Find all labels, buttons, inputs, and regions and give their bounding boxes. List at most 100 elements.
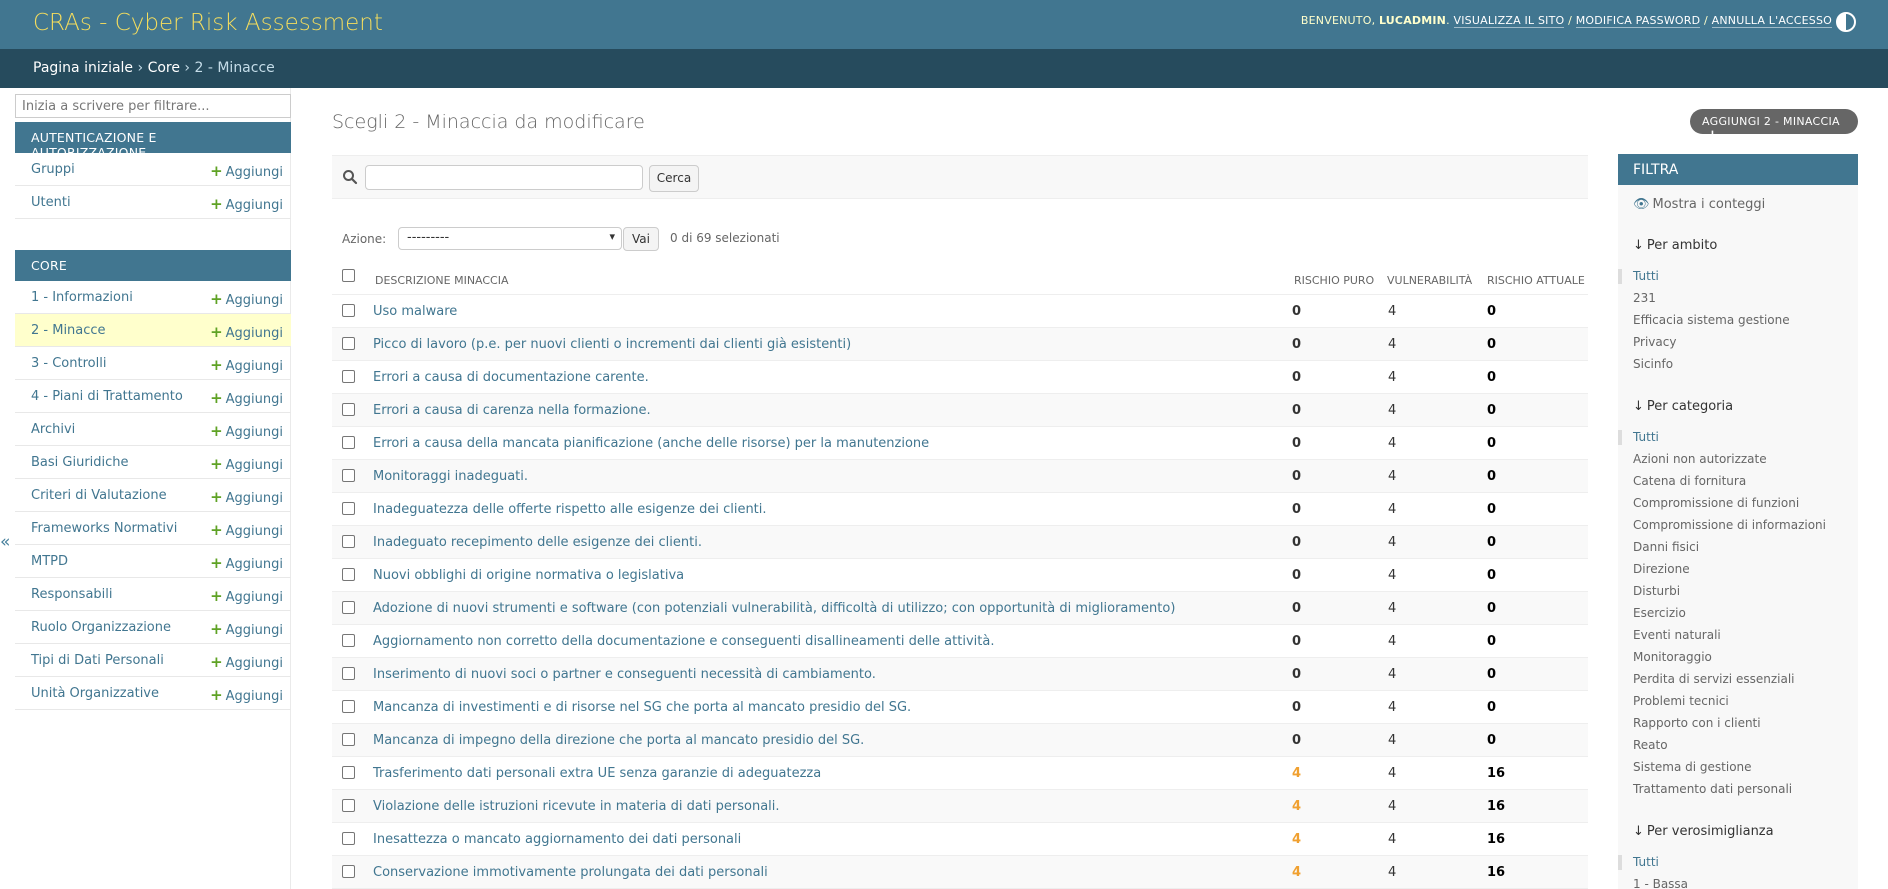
sidebar-add-link[interactable]: + Aggiungi bbox=[210, 389, 283, 407]
row-checkbox[interactable] bbox=[342, 832, 355, 845]
row-checkbox[interactable] bbox=[342, 403, 355, 416]
theme-toggle-icon[interactable] bbox=[1836, 12, 1856, 32]
row-description-link[interactable]: Adozione di nuovi strumenti e software (… bbox=[373, 601, 1175, 616]
sidebar-item[interactable]: Archivi + Aggiungi bbox=[15, 413, 291, 446]
row-checkbox[interactable] bbox=[342, 865, 355, 878]
select-all-checkbox[interactable] bbox=[342, 269, 355, 282]
sidebar-item[interactable]: Criteri di Valutazione + Aggiungi bbox=[15, 479, 291, 512]
sidebar-item[interactable]: Basi Giuridiche + Aggiungi bbox=[15, 446, 291, 479]
filter-option[interactable]: Sicinfo bbox=[1633, 357, 1673, 371]
row-checkbox[interactable] bbox=[342, 304, 355, 317]
row-checkbox[interactable] bbox=[342, 799, 355, 812]
sidebar-add-link[interactable]: + Aggiungi bbox=[210, 356, 283, 374]
filter-option[interactable]: Compromissione di informazioni bbox=[1633, 518, 1826, 532]
sidebar-item[interactable]: 1 - Informazioni + Aggiungi bbox=[15, 281, 291, 314]
filter-option[interactable]: Sistema di gestione bbox=[1633, 760, 1752, 774]
logout-link[interactable]: ANNULLA L'ACCESSO bbox=[1711, 14, 1832, 28]
row-checkbox[interactable] bbox=[342, 370, 355, 383]
filter-option[interactable]: Direzione bbox=[1633, 562, 1690, 576]
row-checkbox[interactable] bbox=[342, 535, 355, 548]
site-title[interactable]: CRAs - Cyber Risk Assessment bbox=[33, 10, 383, 36]
sidebar-add-link[interactable]: + Aggiungi bbox=[210, 554, 283, 572]
sidebar-add-link[interactable]: + Aggiungi bbox=[210, 195, 283, 213]
filter-option[interactable]: Trattamento dati personali bbox=[1633, 782, 1792, 796]
row-description-link[interactable]: Errori a causa di carenza nella formazio… bbox=[373, 403, 651, 418]
module-auth-header[interactable]: AUTENTICAZIONE E AUTORIZZAZIONE bbox=[15, 122, 291, 160]
filter-option[interactable]: Reato bbox=[1633, 738, 1668, 752]
sidebar-add-link[interactable]: + Aggiungi bbox=[210, 455, 283, 473]
filter-option[interactable]: Compromissione di funzioni bbox=[1633, 496, 1799, 510]
filter-option[interactable]: Tutti bbox=[1618, 430, 1659, 445]
sidebar-item[interactable]: Ruolo Organizzazione + Aggiungi bbox=[15, 611, 291, 644]
column-header-vulnerabilita[interactable]: VULNERABILITÀ bbox=[1387, 274, 1472, 287]
breadcrumb-home[interactable]: Pagina iniziale bbox=[33, 60, 133, 76]
sidebar-item-label[interactable]: 4 - Piani di Trattamento bbox=[31, 389, 183, 404]
filter-option[interactable]: Tutti bbox=[1618, 855, 1659, 870]
row-description-link[interactable]: Errori a causa di documentazione carente… bbox=[373, 370, 649, 385]
sidebar-item-label[interactable]: Unità Organizzative bbox=[31, 686, 159, 701]
sidebar-add-link[interactable]: + Aggiungi bbox=[210, 653, 283, 671]
sidebar-item-label[interactable]: Frameworks Normativi bbox=[31, 521, 177, 536]
row-description-link[interactable]: Mancanza di investimenti e di risorse ne… bbox=[373, 700, 911, 715]
sidebar-collapse-toggle[interactable]: « bbox=[0, 532, 10, 552]
column-header-descrizione[interactable]: DESCRIZIONE MINACCIA bbox=[375, 274, 509, 287]
sidebar-add-link[interactable]: + Aggiungi bbox=[210, 488, 283, 506]
row-description-link[interactable]: Violazione delle istruzioni ricevute in … bbox=[373, 799, 780, 814]
filter-option[interactable]: Catena di fornitura bbox=[1633, 474, 1746, 488]
sidebar-item[interactable]: 2 - Minacce + Aggiungi bbox=[15, 314, 291, 347]
column-header-rischio-attuale[interactable]: RISCHIO ATTUALE bbox=[1487, 274, 1585, 287]
sidebar-add-link[interactable]: + Aggiungi bbox=[210, 290, 283, 308]
row-description-link[interactable]: Trasferimento dati personali extra UE se… bbox=[373, 766, 821, 781]
add-minaccia-button[interactable]: AGGIUNGI 2 - MINACCIA+ bbox=[1690, 109, 1858, 143]
row-description-link[interactable]: Inadeguatezza delle offerte rispetto all… bbox=[373, 502, 767, 517]
sidebar-item[interactable]: Unità Organizzative + Aggiungi bbox=[15, 677, 291, 710]
filter-option[interactable]: 231 bbox=[1633, 291, 1656, 305]
sidebar-add-link[interactable]: + Aggiungi bbox=[210, 686, 283, 704]
row-checkbox[interactable] bbox=[342, 733, 355, 746]
sidebar-item-label[interactable]: 2 - Minacce bbox=[31, 323, 106, 338]
sidebar-item[interactable]: Gruppi + Aggiungi bbox=[15, 153, 291, 186]
filter-option[interactable]: Tutti bbox=[1618, 269, 1659, 284]
sidebar-item-label[interactable]: 3 - Controlli bbox=[31, 356, 106, 371]
filter-option[interactable]: Eventi naturali bbox=[1633, 628, 1721, 642]
sidebar-item-label[interactable]: Tipi di Dati Personali bbox=[31, 653, 164, 668]
sidebar-item-label[interactable]: 1 - Informazioni bbox=[31, 290, 133, 305]
filter-option[interactable]: Problemi tecnici bbox=[1633, 694, 1729, 708]
row-checkbox[interactable] bbox=[342, 667, 355, 680]
sidebar-item-label[interactable]: MTPD bbox=[31, 554, 68, 569]
row-description-link[interactable]: Conservazione immotivamente prolungata d… bbox=[373, 865, 768, 880]
row-description-link[interactable]: Inesattezza o mancato aggiornamento dei … bbox=[373, 832, 741, 847]
filter-option[interactable]: Efficacia sistema gestione bbox=[1633, 313, 1790, 327]
nav-filter-input[interactable] bbox=[15, 94, 291, 118]
sidebar-item-label[interactable]: Basi Giuridiche bbox=[31, 455, 129, 470]
sidebar-add-link[interactable]: + Aggiungi bbox=[210, 587, 283, 605]
row-checkbox[interactable] bbox=[342, 601, 355, 614]
row-checkbox[interactable] bbox=[342, 502, 355, 515]
go-button[interactable]: Vai bbox=[623, 227, 659, 251]
sidebar-add-link[interactable]: + Aggiungi bbox=[210, 620, 283, 638]
filter-option[interactable]: Azioni non autorizzate bbox=[1633, 452, 1767, 466]
sidebar-item[interactable]: 4 - Piani di Trattamento + Aggiungi bbox=[15, 380, 291, 413]
row-description-link[interactable]: Inserimento di nuovi soci o partner e co… bbox=[373, 667, 876, 682]
sidebar-item[interactable]: 3 - Controlli + Aggiungi bbox=[15, 347, 291, 380]
filter-option[interactable]: Esercizio bbox=[1633, 606, 1686, 620]
sidebar-item[interactable]: MTPD + Aggiungi bbox=[15, 545, 291, 578]
action-select[interactable]: --------- ▾ bbox=[398, 227, 622, 250]
breadcrumb-app[interactable]: Core bbox=[148, 60, 180, 76]
sidebar-add-link[interactable]: + Aggiungi bbox=[210, 521, 283, 539]
row-description-link[interactable]: Uso malware bbox=[373, 304, 457, 319]
sidebar-item-label[interactable]: Responsabili bbox=[31, 587, 113, 602]
sidebar-item-label[interactable]: Utenti bbox=[31, 195, 71, 210]
sidebar-add-link[interactable]: + Aggiungi bbox=[210, 323, 283, 341]
row-checkbox[interactable] bbox=[342, 634, 355, 647]
sidebar-item[interactable]: Tipi di Dati Personali + Aggiungi bbox=[15, 644, 291, 677]
search-button[interactable]: Cerca bbox=[649, 165, 699, 192]
filter-option[interactable]: Perdita di servizi essenziali bbox=[1633, 672, 1794, 686]
row-description-link[interactable]: Picco di lavoro (p.e. per nuovi clienti … bbox=[373, 337, 851, 352]
show-counts-link[interactable]: 👁 Mostra i conteggi bbox=[1633, 197, 1765, 212]
filter-option[interactable]: Disturbi bbox=[1633, 584, 1680, 598]
row-description-link[interactable]: Inadeguato recepimento delle esigenze de… bbox=[373, 535, 702, 550]
row-description-link[interactable]: Monitoraggi inadeguati. bbox=[373, 469, 528, 484]
sidebar-item-label[interactable]: Gruppi bbox=[31, 162, 75, 177]
search-input[interactable] bbox=[365, 165, 643, 190]
